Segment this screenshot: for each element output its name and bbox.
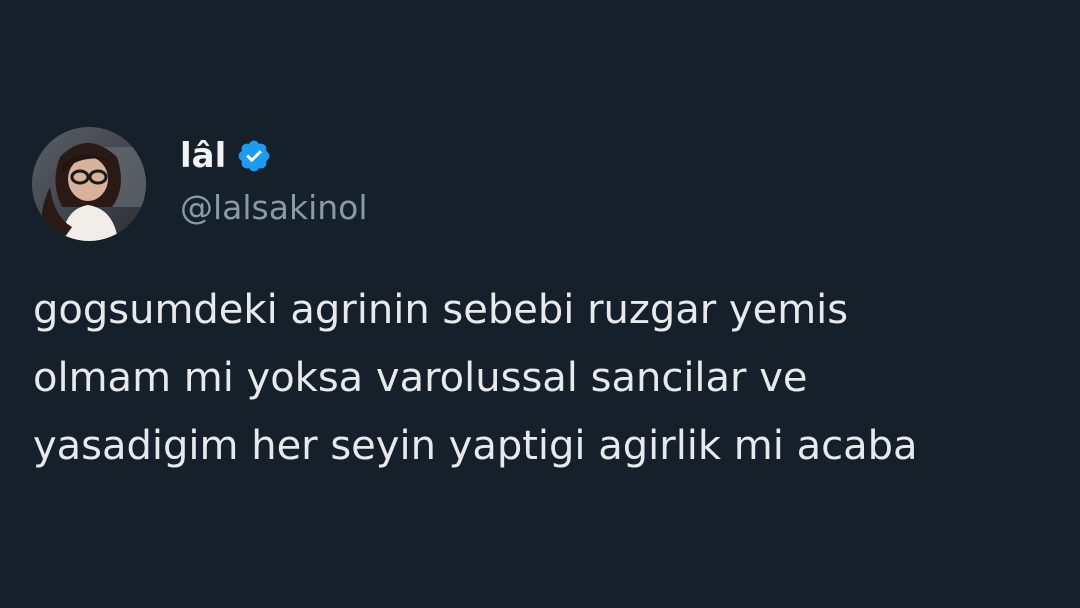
verified-badge-icon (236, 138, 272, 174)
tweet-text-line: gogsumdeki agrinin sebebi ruzgar yemis (33, 287, 849, 333)
username-handle[interactable]: @lalsakinol (180, 186, 368, 230)
author-name-row: lâl (180, 132, 272, 180)
avatar[interactable] (32, 127, 146, 241)
display-name[interactable]: lâl (180, 132, 226, 180)
tweet-text-line: olmam mi yoksa varolussal sancilar ve (33, 355, 808, 401)
tweet-card: lâl @lalsakinol gogsumdeki agrinin sebeb… (0, 0, 1080, 608)
profile-photo-icon (32, 127, 146, 241)
tweet-text: gogsumdeki agrinin sebebi ruzgar yemis o… (33, 276, 1063, 480)
tweet-text-line: yasadigim her seyin yaptigi agirlik mi a… (33, 423, 918, 469)
